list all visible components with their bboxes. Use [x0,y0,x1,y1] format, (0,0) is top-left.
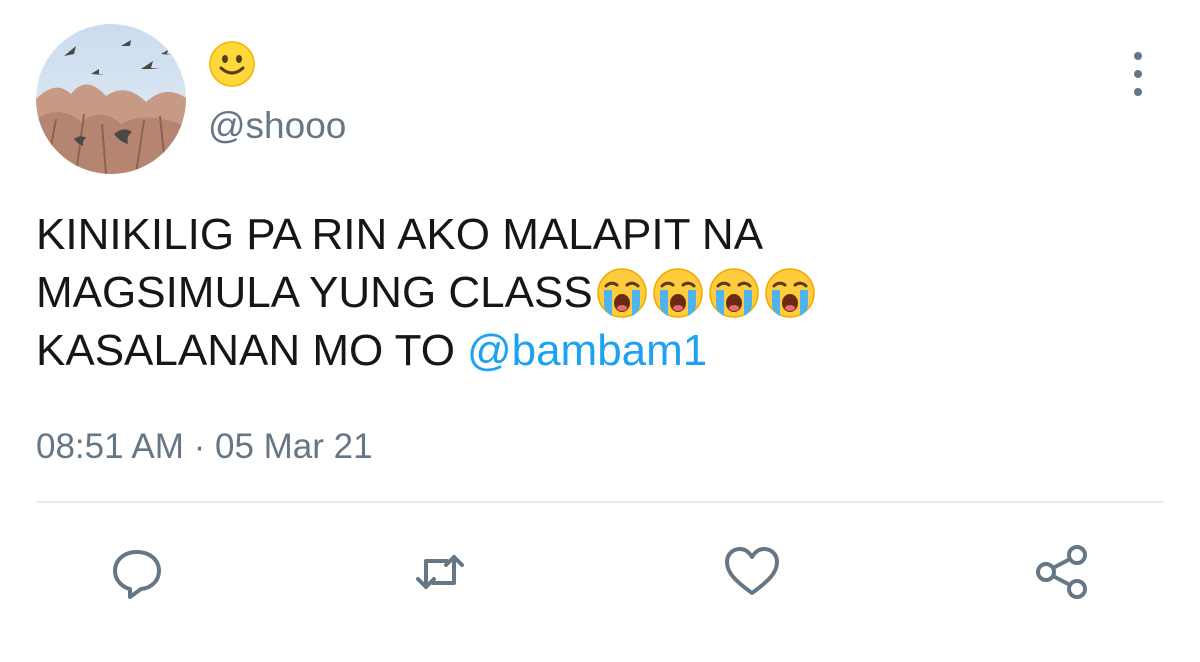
more-options-button[interactable] [1118,52,1158,96]
mention-link[interactable]: @bambam1 [467,322,707,380]
retweet-button[interactable] [410,542,470,602]
like-icon [725,547,779,595]
tweet-timestamp[interactable]: 08:51 AM · 05 Mar 21 [36,426,373,468]
more-dot-icon [1134,70,1142,78]
like-button[interactable] [722,542,782,602]
more-dot-icon [1134,88,1142,96]
author-handle[interactable]: @shooo [208,104,346,148]
avatar-photo [36,24,186,174]
divider [36,501,1164,503]
tweet-text: KINIKILIG PA RIN AKO MALAPIT NA MAGSIMUL… [36,206,1156,380]
more-dot-icon [1134,52,1142,60]
tweet-line-3: KASALANAN MO TO @bambam1 [36,322,1156,380]
loudly-crying-face-icon [595,266,649,320]
share-icon [1036,545,1087,599]
tweet-text-line-2: MAGSIMULA YUNG CLASS [36,268,593,317]
tweet-text-line-3: KASALANAN MO TO [36,326,455,375]
reply-icon [113,550,161,599]
retweet-icon [416,555,464,589]
slightly-smiling-face-icon [209,41,255,87]
reply-button[interactable] [107,542,167,602]
avatar[interactable] [36,24,186,174]
tweet-line-1: KINIKILIG PA RIN AKO MALAPIT NA [36,206,1156,264]
tweet-card: @shooo KINIKILIG PA RIN AKO MALAPIT NA M… [0,0,1200,662]
loudly-crying-face-icon [707,266,761,320]
loudly-crying-face-icon [763,266,817,320]
tweet-text-line-1: KINIKILIG PA RIN AKO MALAPIT NA [36,210,764,259]
share-button[interactable] [1033,542,1093,602]
loudly-crying-face-icon [651,266,705,320]
display-name-emoji [208,40,256,88]
tweet-line-2: MAGSIMULA YUNG CLASS [36,264,1156,322]
